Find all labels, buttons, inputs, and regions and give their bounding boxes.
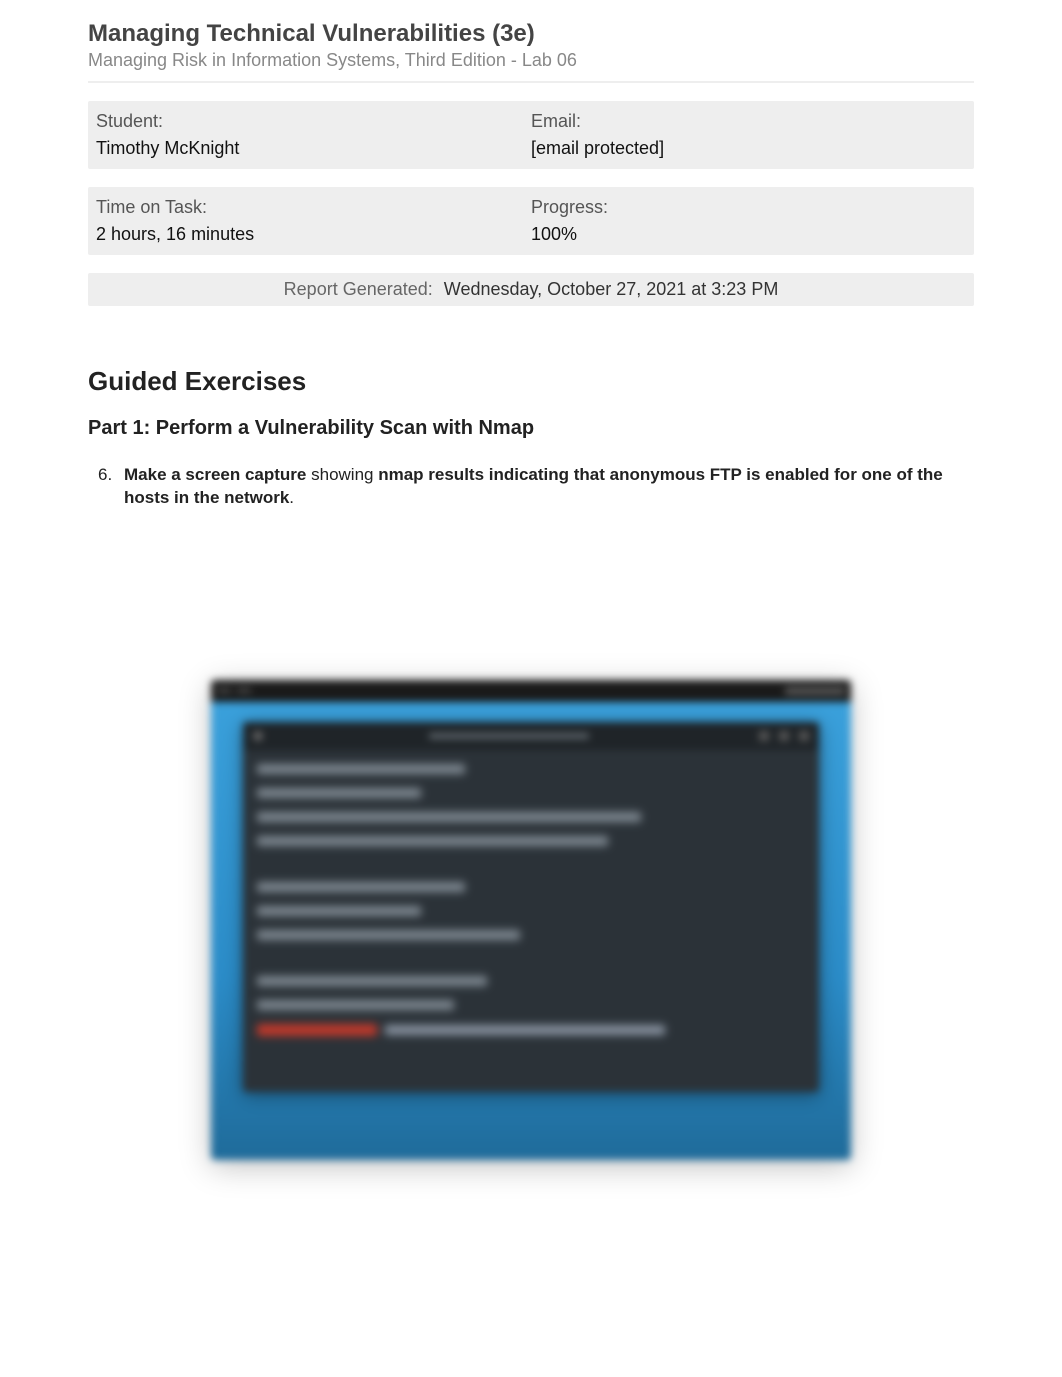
terminal-line (257, 1000, 454, 1010)
close-icon (799, 731, 809, 741)
exercise-list: 6. Make a screen capture showing nmap re… (88, 464, 974, 510)
terminal-line (257, 764, 465, 774)
time-cell: Time on Task: 2 hours, 16 minutes (96, 197, 531, 245)
info-row-student-email: Student: Timothy McKnight Email: [email … (88, 101, 974, 169)
terminal-output (243, 750, 819, 1050)
terminal-line (257, 906, 421, 916)
taskbar-item (237, 689, 251, 692)
exercise-mid: showing (306, 465, 378, 484)
progress-cell: Progress: 100% (531, 197, 966, 245)
student-cell: Student: Timothy McKnight (96, 111, 531, 159)
part-heading: Part 1: Perform a Vulnerability Scan wit… (88, 417, 974, 440)
taskbar-clock (785, 687, 845, 695)
terminal-line (257, 788, 421, 798)
taskbar-item (217, 689, 231, 692)
terminal-prompt-text (385, 1025, 665, 1035)
student-label: Student: (96, 111, 531, 132)
progress-label: Progress: (531, 197, 966, 218)
header-divider (88, 81, 974, 83)
time-label: Time on Task: (96, 197, 531, 218)
window-dot-icon (253, 731, 263, 741)
page-subtitle: Managing Risk in Information Systems, Th… (88, 50, 974, 71)
maximize-icon (779, 731, 789, 741)
terminal-titlebar (243, 722, 819, 750)
report-generated-value: Wednesday, October 27, 2021 at 3:23 PM (444, 279, 779, 299)
student-value: Timothy McKnight (96, 138, 531, 159)
terminal-line (257, 812, 641, 822)
terminal-title-text (429, 733, 589, 739)
os-taskbar (211, 680, 851, 702)
progress-value: 100% (531, 224, 966, 245)
report-generated-row: Report Generated: Wednesday, October 27,… (88, 273, 974, 306)
time-value: 2 hours, 16 minutes (96, 224, 531, 245)
screenshot-container (88, 680, 974, 1160)
email-label: Email: (531, 111, 966, 132)
nmap-screenshot (211, 680, 851, 1160)
terminal-line (257, 882, 465, 892)
exercise-number: 6. (98, 464, 112, 487)
terminal-prompt-red (257, 1024, 377, 1036)
exercise-text: Make a screen capture showing nmap resul… (124, 465, 943, 507)
terminal-prompt-line (257, 1024, 805, 1036)
email-value: [email protected] (531, 138, 966, 159)
terminal-window (243, 722, 819, 1092)
page-title: Managing Technical Vulnerabilities (3e) (88, 20, 974, 48)
info-row-time-progress: Time on Task: 2 hours, 16 minutes Progre… (88, 187, 974, 255)
exercise-period: . (289, 488, 294, 507)
desktop-area (211, 702, 851, 1160)
section-heading: Guided Exercises (88, 366, 974, 397)
report-generated-label: Report Generated: (284, 279, 433, 299)
exercise-bold-pre: Make a screen capture (124, 465, 306, 484)
terminal-line (257, 976, 487, 986)
email-cell: Email: [email protected] (531, 111, 966, 159)
terminal-line (257, 836, 608, 846)
exercise-item-6: 6. Make a screen capture showing nmap re… (124, 464, 974, 510)
terminal-line (257, 930, 520, 940)
minimize-icon (759, 731, 769, 741)
